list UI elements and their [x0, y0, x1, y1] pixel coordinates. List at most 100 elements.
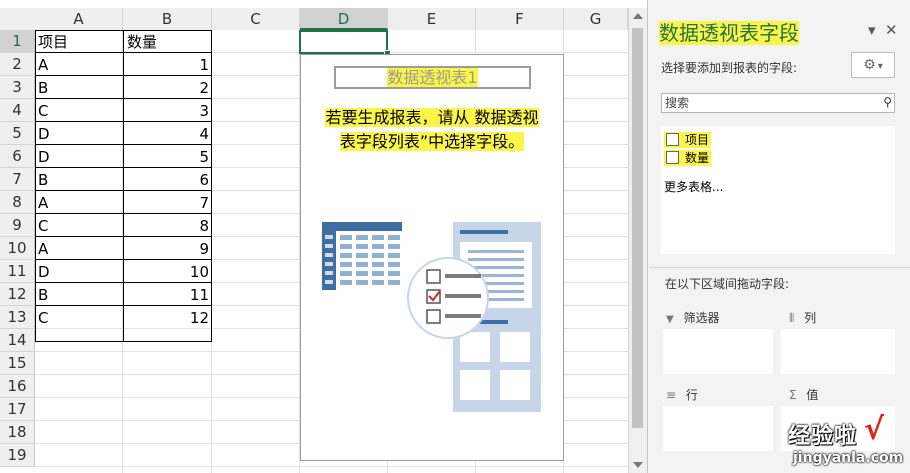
- column-header-g[interactable]: G: [564, 8, 628, 30]
- row-header-12[interactable]: 12: [0, 283, 35, 306]
- filters-area-label: 筛选器: [683, 311, 720, 325]
- cell-quantity[interactable]: 4: [124, 122, 212, 145]
- table-row-line: [35, 98, 212, 99]
- column-header-f[interactable]: F: [476, 8, 564, 30]
- cell-quantity[interactable]: 1: [124, 53, 212, 76]
- search-icon[interactable]: ⚲: [883, 95, 892, 109]
- cell-item[interactable]: C: [35, 214, 123, 237]
- cell-quantity[interactable]: 10: [124, 260, 212, 283]
- row-header-13[interactable]: 13: [0, 306, 35, 329]
- cell-quantity[interactable]: 8: [124, 214, 212, 237]
- table-row-line: [35, 259, 212, 260]
- table-row-line: [35, 190, 212, 191]
- spreadsheet-grid[interactable]: ABCDEFG 1 2 3 4 5 6 7 8 9 10 11 12 13 14 15 16 17 18 19 项目…: [0, 0, 628, 473]
- row-header-4[interactable]: 4: [0, 99, 35, 122]
- values-area-label: 值: [806, 388, 819, 402]
- watermark-check: √: [864, 412, 885, 447]
- table-row-line: [35, 167, 212, 168]
- row-header-1[interactable]: 1: [0, 30, 35, 53]
- checklist-magnifier-icon: [407, 257, 489, 339]
- cell-quantity[interactable]: 6: [124, 168, 212, 191]
- column-header-c[interactable]: C: [212, 8, 300, 30]
- vertical-scrollbar[interactable]: [628, 8, 647, 473]
- field-settings-button[interactable]: ⚙ ▾: [851, 52, 895, 78]
- row-header-10[interactable]: 10: [0, 237, 35, 260]
- row-header-15[interactable]: 15: [0, 352, 35, 375]
- close-icon[interactable]: ✕: [885, 20, 898, 40]
- columns-area-header: ⦀ 列: [789, 310, 816, 326]
- cell-item[interactable]: B: [35, 168, 123, 191]
- scroll-down-icon[interactable]: [633, 462, 643, 468]
- row-header-11[interactable]: 11: [0, 260, 35, 283]
- filters-drop-area[interactable]: [663, 329, 773, 374]
- values-area-header: Σ 值: [789, 387, 818, 403]
- row-header-18[interactable]: 18: [0, 421, 35, 444]
- cell-quantity[interactable]: 3: [124, 99, 212, 122]
- filter-icon: ▼: [666, 314, 674, 325]
- cell-quantity[interactable]: 2: [124, 76, 212, 99]
- field-item-xiangmu[interactable]: 项目: [664, 132, 712, 148]
- rows-area-label: 行: [685, 388, 698, 402]
- row-header-5[interactable]: 5: [0, 122, 35, 145]
- column-header-a[interactable]: A: [35, 8, 123, 30]
- cell-item[interactable]: C: [35, 99, 123, 122]
- table-grid-icon: [322, 222, 402, 290]
- cell-item[interactable]: A: [35, 191, 123, 214]
- cell-item[interactable]: D: [35, 145, 123, 168]
- table-row-line: [35, 213, 212, 214]
- row-header-9[interactable]: 9: [0, 214, 35, 237]
- row-header-8[interactable]: 8: [0, 191, 35, 214]
- cell-item[interactable]: A: [35, 53, 123, 76]
- active-cell-d1[interactable]: [299, 30, 388, 54]
- cell-item[interactable]: B: [35, 76, 123, 99]
- field-checkbox[interactable]: [666, 133, 679, 146]
- row-header-14[interactable]: 14: [0, 329, 35, 352]
- row-header-19[interactable]: 19: [0, 444, 35, 467]
- row-header-7[interactable]: 7: [0, 168, 35, 191]
- cell-item[interactable]: A: [35, 237, 123, 260]
- field-checkbox[interactable]: [666, 151, 679, 164]
- table-row-line: [35, 236, 212, 237]
- select-all-corner[interactable]: [0, 8, 36, 31]
- cell-quantity[interactable]: 9: [124, 237, 212, 260]
- cell-quantity[interactable]: 7: [124, 191, 212, 214]
- header-cell-xiangmu[interactable]: 项目: [35, 30, 123, 53]
- cell-item[interactable]: D: [35, 122, 123, 145]
- pane-options-dropdown-icon[interactable]: ▾: [868, 20, 876, 40]
- field-label: 项目: [685, 133, 710, 147]
- row-header-6[interactable]: 6: [0, 145, 35, 168]
- cell-item[interactable]: B: [35, 283, 123, 306]
- scroll-thumb[interactable]: [632, 28, 643, 428]
- cell-quantity[interactable]: 12: [124, 306, 212, 329]
- pivot-illustration: [322, 222, 541, 412]
- row-header-3[interactable]: 3: [0, 76, 35, 99]
- cell-item[interactable]: C: [35, 306, 123, 329]
- scroll-up-icon[interactable]: [633, 13, 643, 19]
- more-tables-link[interactable]: 更多表格...: [664, 178, 723, 195]
- columns-drop-area[interactable]: [781, 329, 895, 374]
- pane-title: 数据透视表字段: [659, 21, 799, 45]
- pivot-table-name: 数据透视表1: [334, 66, 531, 89]
- pivot-instruction: 若要生成报表，请从 数据透视 表字段列表”中选择字段。: [303, 106, 561, 154]
- column-header-d[interactable]: D: [300, 8, 388, 30]
- column-header-e[interactable]: E: [388, 8, 476, 30]
- header-cell-shuliang[interactable]: 数量: [124, 30, 212, 53]
- columns-icon: ⦀: [789, 311, 795, 325]
- columns-area-label: 列: [804, 311, 817, 325]
- cell-quantity[interactable]: 5: [124, 145, 212, 168]
- cell-quantity[interactable]: 11: [124, 283, 212, 306]
- watermark-text: 经验啦: [788, 424, 858, 449]
- search-placeholder: 搜索: [665, 96, 690, 110]
- cell-item[interactable]: D: [35, 260, 123, 283]
- row-header-16[interactable]: 16: [0, 375, 35, 398]
- choose-fields-label: 选择要添加到报表的字段:: [661, 61, 798, 75]
- field-item-shuliang[interactable]: 数量: [664, 150, 712, 166]
- rows-drop-area[interactable]: [663, 406, 773, 451]
- search-input[interactable]: 搜索 ⚲: [661, 93, 895, 113]
- drag-fields-label: 在以下区域间拖动字段:: [665, 277, 790, 291]
- table-row-line: [35, 75, 212, 76]
- row-header-2[interactable]: 2: [0, 53, 35, 76]
- row-header-17[interactable]: 17: [0, 398, 35, 421]
- table-row-line: [35, 144, 212, 145]
- column-header-b[interactable]: B: [123, 8, 212, 30]
